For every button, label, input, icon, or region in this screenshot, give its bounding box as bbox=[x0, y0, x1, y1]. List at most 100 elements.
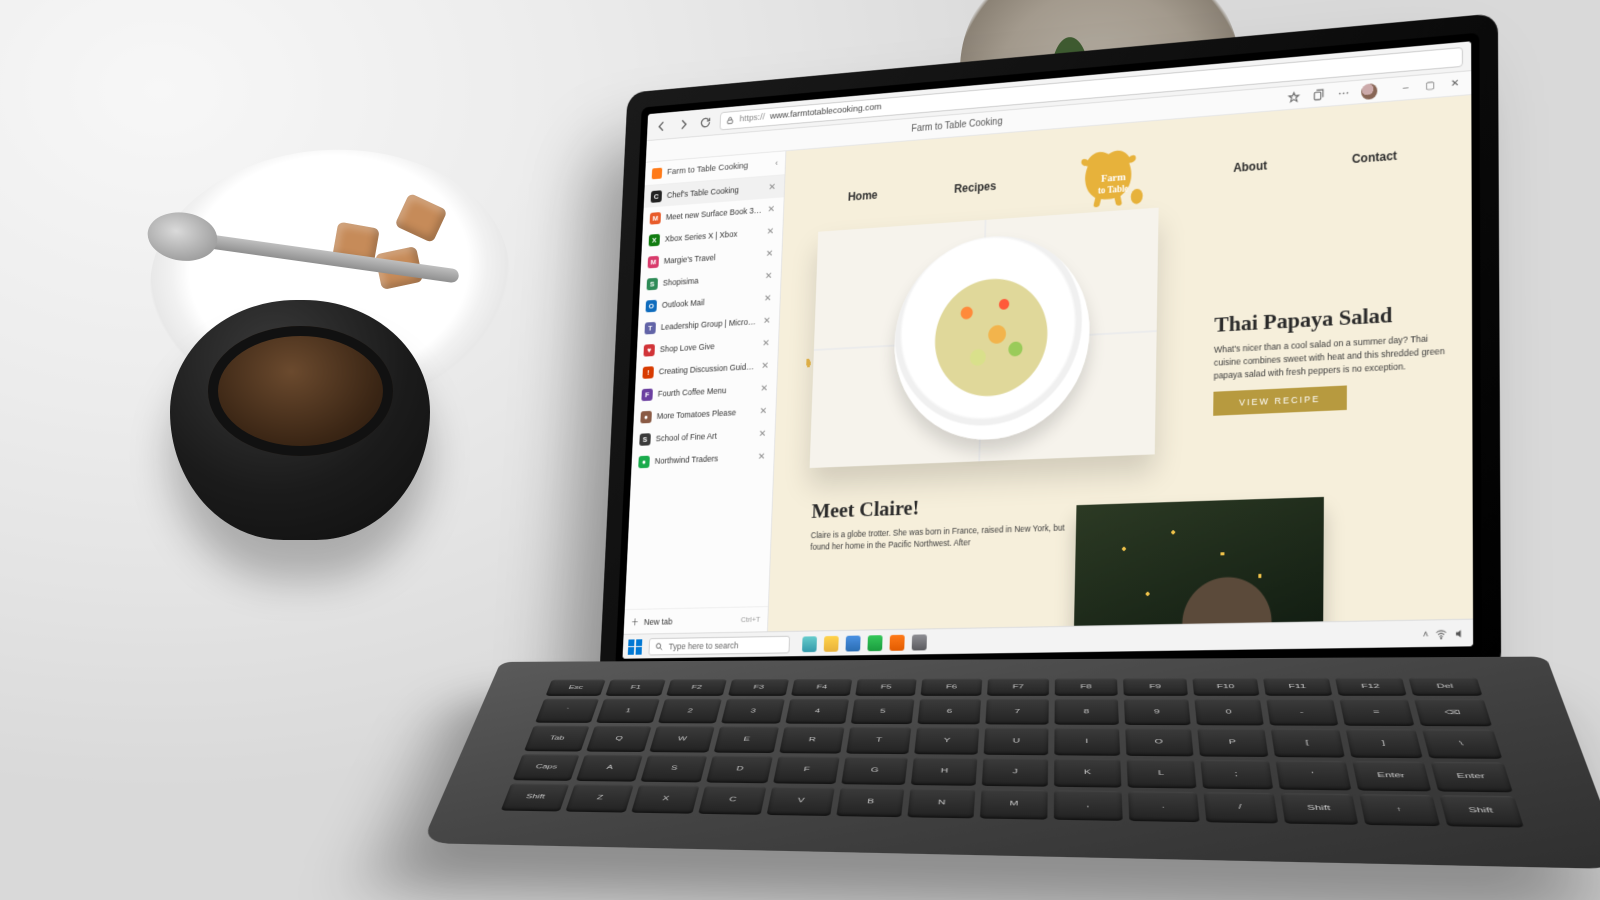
tab-close-icon[interactable]: ✕ bbox=[767, 226, 776, 237]
tab-close-icon[interactable]: ✕ bbox=[766, 248, 775, 259]
tab-close-icon[interactable]: ✕ bbox=[761, 360, 770, 371]
refresh-button[interactable] bbox=[697, 113, 713, 131]
taskbar-search[interactable]: Type here to search bbox=[648, 635, 790, 655]
keyboard-key: 1 bbox=[596, 699, 660, 724]
tab-favicon: ♥ bbox=[643, 344, 655, 357]
meet-title: Meet Claire! bbox=[811, 489, 1071, 523]
nav-recipes[interactable]: Recipes bbox=[954, 179, 996, 195]
lock-icon bbox=[726, 115, 735, 125]
tab-close-icon[interactable]: ✕ bbox=[767, 204, 776, 215]
back-button[interactable] bbox=[654, 117, 670, 134]
taskbar-app-6[interactable] bbox=[912, 634, 927, 650]
url-scheme: https:// bbox=[739, 112, 765, 124]
coffee-cup bbox=[170, 300, 460, 580]
keyboard-key: F1 bbox=[605, 679, 666, 696]
keyboard-key: L bbox=[1127, 759, 1197, 788]
keyboard-key: = bbox=[1339, 699, 1414, 726]
window-maximize[interactable]: ▢ bbox=[1422, 80, 1438, 92]
tab-favicon: ● bbox=[638, 455, 650, 468]
taskbar-app-4[interactable] bbox=[867, 635, 882, 651]
keyboard-key: F8 bbox=[1055, 678, 1118, 696]
tab-close-icon[interactable]: ✕ bbox=[765, 271, 774, 282]
laptop-keyboard: EscF1F2F3F4F5F6F7F8F9F10F11F12Del`123456… bbox=[422, 657, 1600, 870]
laptop: https:// www.farmtotablecooking.com Farm… bbox=[587, 0, 1600, 900]
collapse-tabs-icon[interactable]: ‹ bbox=[775, 158, 778, 168]
meet-description: Claire is a globe trotter. She was born … bbox=[810, 521, 1070, 553]
keyboard-key: F5 bbox=[855, 679, 917, 696]
keyboard-key: F11 bbox=[1263, 678, 1332, 696]
tab-favicon: T bbox=[644, 321, 656, 334]
keyboard-key: D bbox=[706, 756, 773, 784]
keyboard-key: Esc bbox=[546, 680, 606, 696]
browser-window: https:// www.farmtotablecooking.com Farm… bbox=[622, 41, 1473, 658]
meet-section: Meet Claire! Claire is a globe trotter. … bbox=[810, 489, 1071, 553]
keyboard-key: ] bbox=[1346, 729, 1423, 758]
forward-button[interactable] bbox=[676, 115, 692, 133]
keyboard-key: F3 bbox=[728, 679, 789, 696]
collections-icon[interactable] bbox=[1311, 87, 1326, 103]
keyboard-key: Shift bbox=[1280, 793, 1358, 825]
nav-contact[interactable]: Contact bbox=[1352, 149, 1397, 166]
keyboard-key: Tab bbox=[524, 726, 589, 752]
tab-label: Shopisima bbox=[663, 272, 760, 288]
window-close[interactable]: ✕ bbox=[1447, 78, 1463, 90]
keyboard-key: 4 bbox=[785, 699, 849, 724]
tab-close-icon[interactable]: ✕ bbox=[760, 383, 769, 394]
keyboard-key: F10 bbox=[1192, 678, 1259, 696]
keyboard-key: 7 bbox=[985, 699, 1048, 725]
svg-text:to Table: to Table bbox=[1097, 183, 1128, 196]
settings-menu-icon[interactable] bbox=[1336, 85, 1351, 101]
tab-label: Creating Discussion Guidelines bbox=[659, 362, 757, 377]
start-button[interactable] bbox=[628, 639, 642, 655]
keyboard-key: R bbox=[779, 727, 844, 754]
taskbar-app-3[interactable] bbox=[845, 635, 860, 651]
profile-avatar[interactable] bbox=[1361, 83, 1377, 100]
tray-wifi-icon[interactable] bbox=[1435, 627, 1448, 640]
tab-label: Northwind Traders bbox=[655, 452, 753, 465]
plus-icon: ＋ bbox=[631, 615, 639, 628]
tab-label: Leadership Group | Microsoft bbox=[661, 317, 759, 332]
new-tab-button[interactable]: ＋ New tab Ctrl+T bbox=[624, 606, 768, 634]
tab-row[interactable]: ● Northwind Traders ✕ bbox=[631, 445, 774, 474]
keyboard-key: [ bbox=[1271, 729, 1345, 757]
keyboard-key: Shift bbox=[501, 783, 570, 811]
tab-close-icon[interactable]: ✕ bbox=[763, 315, 772, 326]
tabs-panel-title: Farm to Table Cooking bbox=[667, 161, 749, 178]
keyboard-key: 6 bbox=[917, 699, 981, 725]
tab-favicon: ● bbox=[640, 410, 652, 423]
tray-volume-icon[interactable] bbox=[1454, 627, 1467, 640]
new-tab-label: New tab bbox=[644, 616, 673, 626]
taskbar-app-2[interactable] bbox=[824, 635, 839, 651]
tray-chevron-icon[interactable]: ˄ bbox=[1423, 628, 1429, 639]
keyboard-key: F7 bbox=[987, 678, 1049, 695]
site-logo[interactable]: Farm to Table bbox=[1074, 137, 1151, 218]
keyboard-key: W bbox=[649, 726, 714, 752]
keyboard-key: I bbox=[1054, 728, 1120, 756]
keyboard-key: Enter bbox=[1430, 761, 1512, 792]
tab-favicon: M bbox=[650, 212, 661, 225]
tab-close-icon[interactable]: ✕ bbox=[759, 428, 768, 439]
keyboard-key: B bbox=[836, 787, 904, 817]
tab-close-icon[interactable]: ✕ bbox=[762, 338, 771, 349]
nav-about[interactable]: About bbox=[1233, 159, 1267, 175]
nav-home[interactable]: Home bbox=[848, 188, 878, 203]
tab-close-icon[interactable]: ✕ bbox=[764, 293, 773, 304]
tab-close-icon[interactable]: ✕ bbox=[768, 182, 777, 193]
keyboard-key: ↑ bbox=[1359, 794, 1440, 826]
keyboard-key: \ bbox=[1422, 730, 1502, 759]
view-recipe-button[interactable]: VIEW RECIPE bbox=[1213, 386, 1347, 416]
tab-label: Chef's Table Cooking bbox=[667, 183, 764, 200]
tab-close-icon[interactable]: ✕ bbox=[758, 451, 767, 462]
favorites-icon[interactable] bbox=[1286, 89, 1301, 105]
keyboard-key: X bbox=[631, 785, 699, 814]
system-tray[interactable]: ˄ bbox=[1423, 627, 1467, 640]
tab-favicon: C bbox=[651, 190, 662, 203]
keyboard-key: F bbox=[773, 756, 840, 784]
taskbar-app-1[interactable] bbox=[802, 636, 817, 652]
keyboard-key: ⌫ bbox=[1414, 699, 1492, 726]
taskbar-app-5[interactable] bbox=[889, 634, 904, 650]
tab-favicon: F bbox=[641, 388, 653, 401]
keyboard-key: 0 bbox=[1194, 699, 1263, 726]
window-minimize[interactable]: – bbox=[1398, 82, 1414, 94]
tab-close-icon[interactable]: ✕ bbox=[759, 406, 768, 417]
